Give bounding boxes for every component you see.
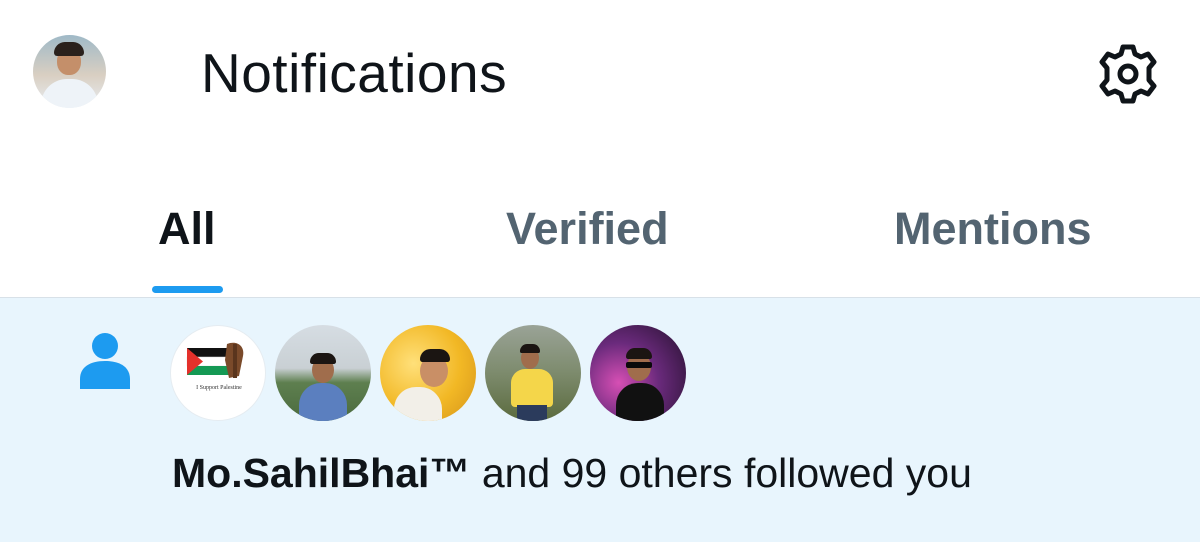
settings-button[interactable] (1094, 43, 1162, 105)
notification-text: Mo.SahilBhai™ and 99 others followed you (172, 448, 972, 498)
poster-text: I Support Palestine (196, 385, 242, 391)
tab-all[interactable]: All (60, 150, 316, 298)
avatar-trousers (517, 405, 547, 421)
active-tab-indicator (152, 286, 223, 293)
profile-avatar[interactable] (33, 35, 106, 108)
notification-message: and 99 others followed you (470, 450, 972, 496)
follower-avatar[interactable] (485, 325, 581, 421)
follower-avatar[interactable] (590, 325, 686, 421)
tab-all-label: All (158, 203, 216, 254)
follower-avatar[interactable]: I Support Palestine (170, 325, 266, 421)
tab-mentions[interactable]: Mentions (800, 150, 1200, 298)
follow-notification[interactable]: I Support Palestine Mo.SahilBhai™ and 99… (0, 298, 1200, 542)
avatar-shirt (299, 383, 347, 421)
page-title: Notifications (201, 42, 508, 104)
tab-verified[interactable]: Verified (400, 150, 790, 298)
tab-mentions-label: Mentions (894, 203, 1092, 254)
follower-avatar[interactable] (380, 325, 476, 421)
tab-verified-label: Verified (506, 203, 669, 254)
avatar-shirt (41, 79, 98, 108)
avatar-hair (54, 42, 84, 56)
avatar-shirt (616, 383, 664, 421)
sunglasses-icon (626, 362, 652, 368)
gear-icon (1099, 44, 1157, 104)
palestine-flag-icon (186, 342, 244, 378)
person-icon (78, 331, 132, 389)
avatar-shirt (511, 369, 553, 407)
avatar-hair (310, 353, 336, 364)
avatar-hair (520, 344, 540, 353)
avatar-hair (626, 348, 652, 359)
avatar-shirt (394, 387, 442, 421)
actor-name[interactable]: Mo.SahilBhai™ (172, 450, 470, 496)
top-bar: Notifications (0, 0, 1200, 150)
avatar-hair (420, 349, 450, 362)
follower-avatar[interactable] (275, 325, 371, 421)
notification-tabs: All Verified Mentions (0, 150, 1200, 298)
